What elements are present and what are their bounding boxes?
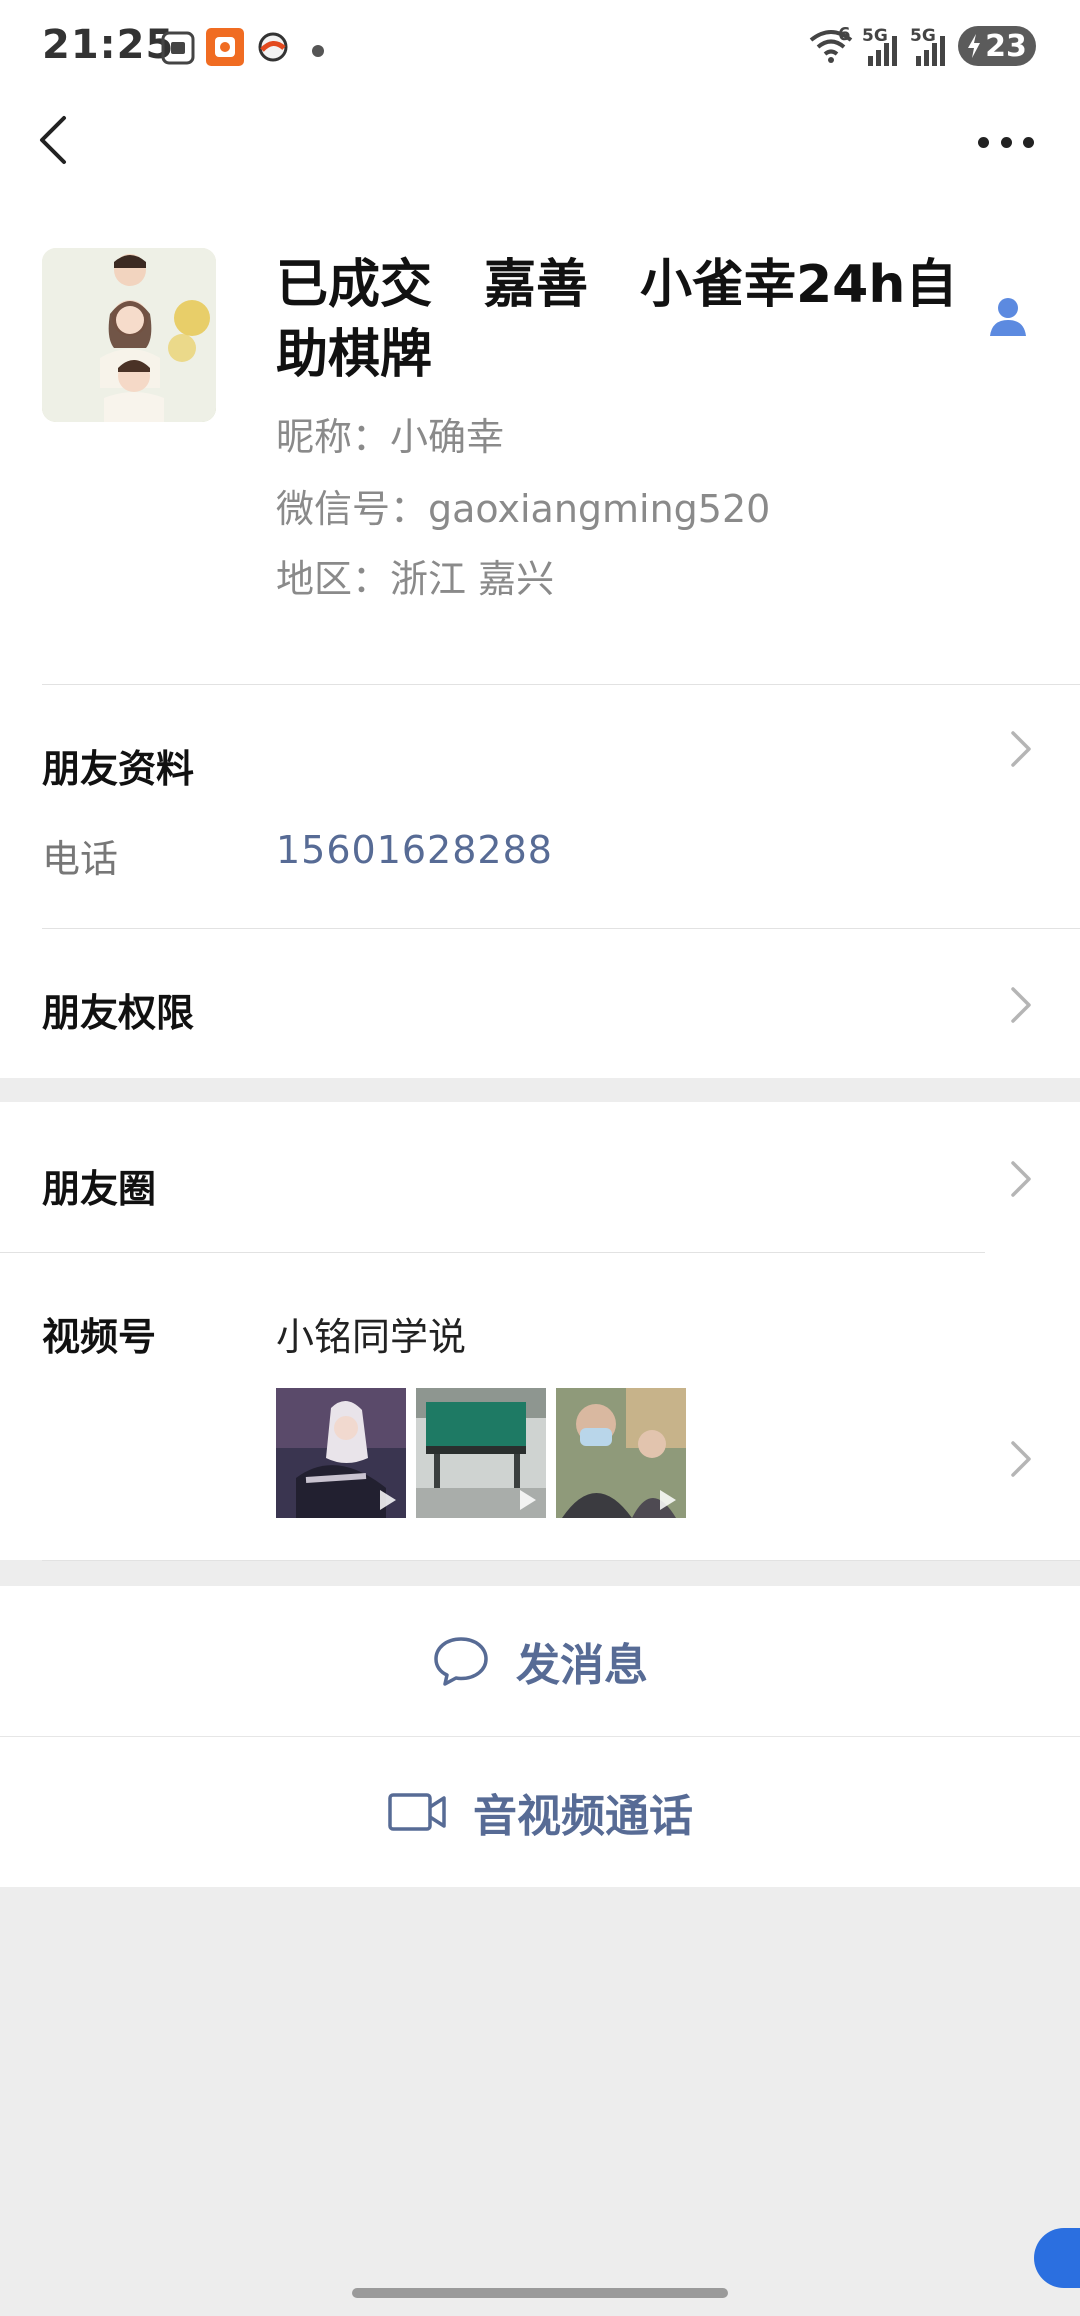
channel-name: 小铭同学说	[276, 1315, 467, 1359]
scan-notification-icon	[160, 30, 196, 70]
back-button[interactable]	[34, 112, 74, 168]
signal-icon-1	[866, 34, 902, 70]
floating-chat-bubble-icon[interactable]	[1034, 2228, 1080, 2288]
chevron-right-icon	[1011, 1161, 1031, 1197]
region: 地区：浙江 嘉兴	[276, 557, 555, 601]
friend-permissions-title: 朋友权限	[42, 991, 195, 1035]
video-thumbnail-1[interactable]	[276, 1388, 406, 1518]
contact-name: 已成交 嘉善 小雀幸24h自助棋牌	[276, 255, 958, 385]
more-options-button[interactable]	[978, 122, 1034, 162]
battery-level: 23	[985, 28, 1027, 64]
video-thumbnail-2[interactable]	[416, 1388, 546, 1518]
home-indicator[interactable]	[352, 2288, 728, 2298]
friend-info-row[interactable]	[0, 685, 1080, 928]
chevron-right-icon	[1011, 731, 1031, 767]
video-call-button[interactable]: 音视频通话	[0, 1737, 1080, 1887]
more-dot	[1000, 136, 1012, 148]
chevron-right-icon	[1011, 1441, 1031, 1477]
status-time: 21:25	[42, 22, 175, 68]
moments-row[interactable]	[0, 1102, 1080, 1252]
send-message-button[interactable]: 发消息	[0, 1586, 1080, 1736]
video-call-label: 音视频通话	[473, 1791, 693, 1842]
battery-indicator: 23	[958, 26, 1036, 66]
channels-title: 视频号	[42, 1315, 157, 1359]
contact-type-person-icon	[988, 296, 1028, 338]
chevron-left-icon	[40, 116, 66, 164]
more-dots-icon	[978, 136, 989, 148]
chat-bubble-icon	[434, 1637, 488, 1686]
app2-notification-icon	[256, 30, 290, 68]
play-icon	[660, 1490, 676, 1510]
send-message-label: 发消息	[516, 1640, 648, 1691]
play-icon	[520, 1490, 536, 1510]
video-thumbnail-3[interactable]	[556, 1388, 686, 1518]
wechat-id: 微信号：gaoxiangming520	[276, 487, 771, 531]
chevron-right-icon	[1011, 987, 1031, 1023]
phone-number-link[interactable]: 15601628288	[276, 828, 553, 872]
signal-icon-2	[914, 34, 950, 70]
charging-icon	[968, 34, 981, 58]
app-notification-icon	[206, 28, 244, 70]
moments-title: 朋友圈	[42, 1167, 157, 1211]
wifi-badge: 6	[838, 24, 851, 45]
more-dot	[1023, 136, 1034, 148]
friend-info-title: 朋友资料	[42, 747, 195, 791]
nickname: 昵称：小确幸	[276, 415, 505, 459]
phone-label: 电话	[42, 837, 119, 881]
play-icon	[380, 1490, 396, 1510]
divider	[42, 1560, 1080, 1561]
video-camera-icon	[388, 1793, 446, 1831]
avatar[interactable]	[42, 248, 216, 422]
more-notifications-dot-icon	[312, 42, 324, 61]
